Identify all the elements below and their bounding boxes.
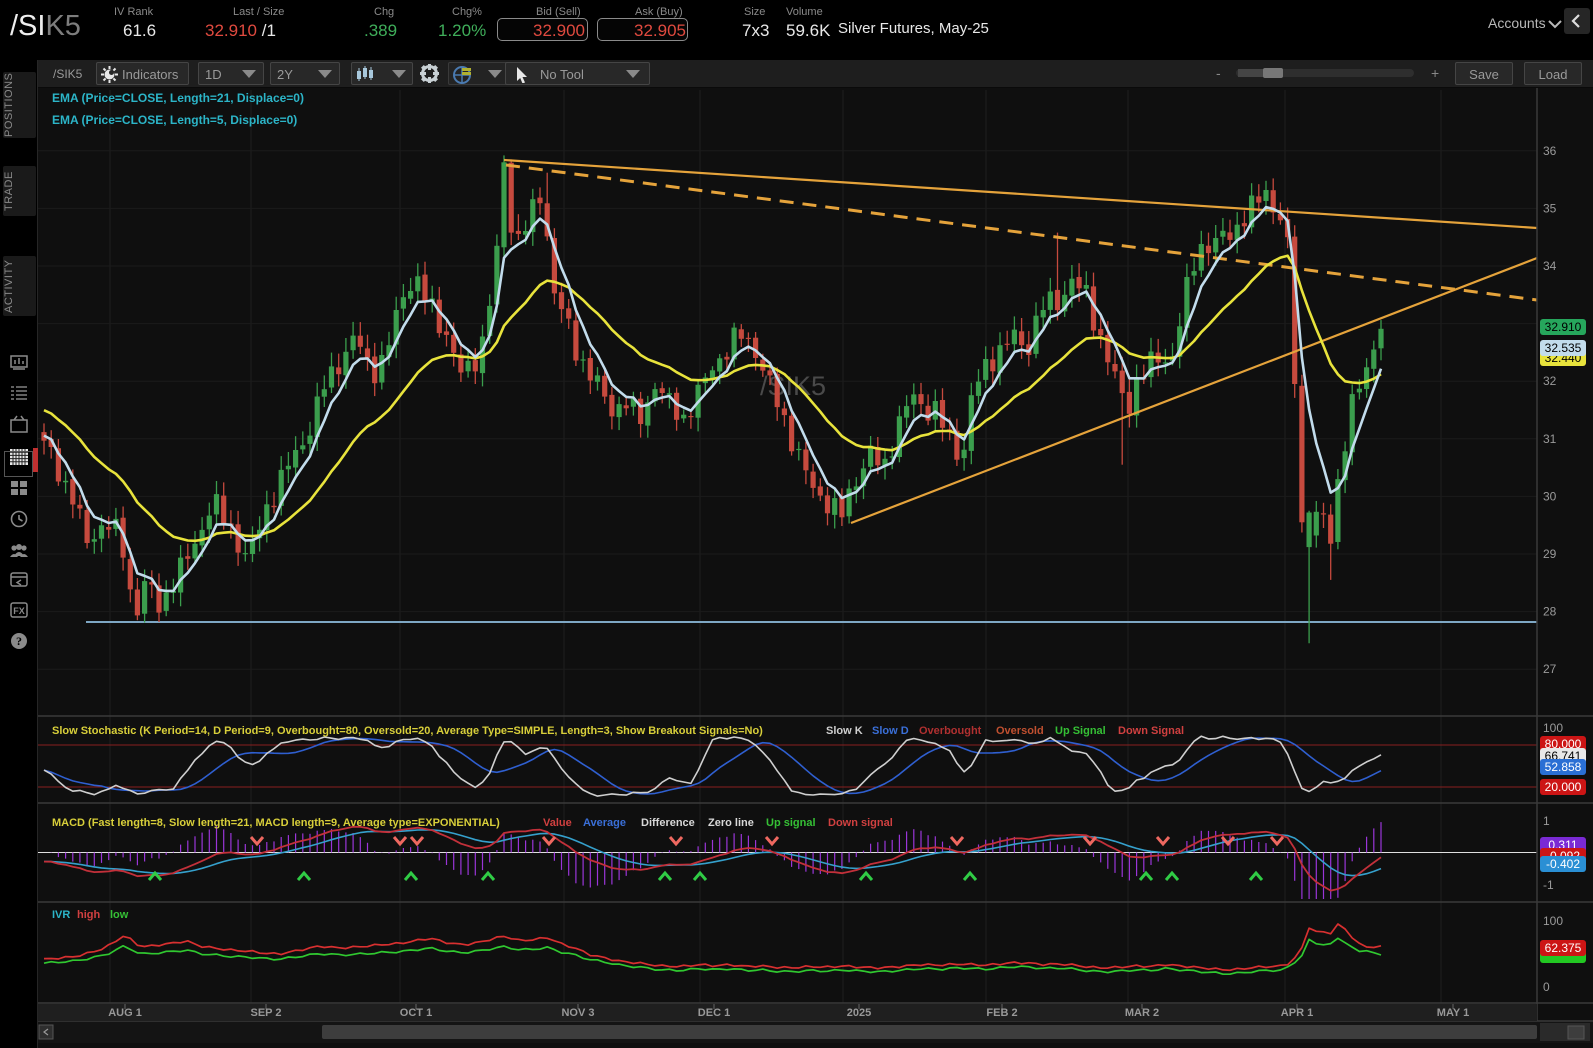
svg-text:-0.402: -0.402	[1546, 857, 1580, 871]
svg-text:Slow Stochastic (K Period=14,: Slow Stochastic (K Period=14, D Period=9…	[52, 725, 763, 737]
svg-text:2025: 2025	[847, 1007, 871, 1019]
svg-text:AUG 1: AUG 1	[108, 1007, 142, 1019]
svg-text:1: 1	[1543, 814, 1550, 828]
svg-text:FX: FX	[13, 606, 25, 616]
svg-text:MAY 1: MAY 1	[1437, 1007, 1469, 1019]
svg-text:100: 100	[1543, 914, 1563, 928]
svg-text:20.000: 20.000	[1545, 780, 1582, 794]
svg-text:35: 35	[1543, 201, 1557, 215]
svg-text:high: high	[77, 909, 100, 921]
svg-text:0: 0	[1543, 980, 1550, 994]
svg-text:Overbought: Overbought	[919, 725, 982, 737]
svg-text:SEP 2: SEP 2	[251, 1007, 282, 1019]
svg-text:?: ?	[16, 634, 22, 648]
svg-text:MACD (Fast length=8, Slow leng: MACD (Fast length=8, Slow length=21, MAC…	[52, 817, 500, 829]
svg-text:Down signal: Down signal	[828, 817, 893, 829]
svg-text:Difference: Difference	[641, 817, 695, 829]
svg-text:Slow D: Slow D	[872, 725, 909, 737]
svg-text:34: 34	[1543, 259, 1557, 273]
svg-text:32: 32	[1543, 374, 1557, 388]
svg-text:62.375: 62.375	[1545, 941, 1582, 955]
svg-text:52.858: 52.858	[1545, 760, 1582, 774]
svg-text:MAR 2: MAR 2	[1125, 1007, 1159, 1019]
svg-text:Average: Average	[583, 817, 626, 829]
svg-text:NOV 3: NOV 3	[561, 1007, 594, 1019]
svg-text:29: 29	[1543, 547, 1557, 561]
svg-text:-1: -1	[1543, 878, 1554, 892]
svg-text:low: low	[110, 909, 129, 921]
svg-text:Up Signal: Up Signal	[1055, 725, 1106, 737]
svg-text:36: 36	[1543, 144, 1557, 158]
svg-text:100: 100	[1543, 721, 1563, 735]
svg-text:APR 1: APR 1	[1281, 1007, 1313, 1019]
svg-text:EMA (Price=CLOSE, Length=21, D: EMA (Price=CLOSE, Length=21, Displace=0)	[52, 91, 304, 105]
svg-text:FEB 2: FEB 2	[986, 1007, 1017, 1019]
svg-text:Oversold: Oversold	[996, 725, 1044, 737]
svg-text:30: 30	[1543, 489, 1557, 503]
svg-text:32.535: 32.535	[1545, 341, 1582, 355]
svg-text:28: 28	[1543, 605, 1557, 619]
svg-text:DEC 1: DEC 1	[698, 1007, 730, 1019]
svg-text:EMA (Price=CLOSE, Length=5, Di: EMA (Price=CLOSE, Length=5, Displace=0)	[52, 113, 297, 127]
svg-text:Zero line: Zero line	[708, 817, 754, 829]
svg-text:Up signal: Up signal	[766, 817, 816, 829]
svg-text:Slow K: Slow K	[826, 725, 863, 737]
svg-text:32.910: 32.910	[1545, 320, 1582, 334]
svg-text:Value: Value	[543, 817, 572, 829]
svg-text:OCT 1: OCT 1	[400, 1007, 432, 1019]
svg-text:Down Signal: Down Signal	[1118, 725, 1184, 737]
svg-text:31: 31	[1543, 432, 1557, 446]
svg-text:27: 27	[1543, 662, 1557, 676]
svg-text:IVR: IVR	[52, 909, 70, 921]
